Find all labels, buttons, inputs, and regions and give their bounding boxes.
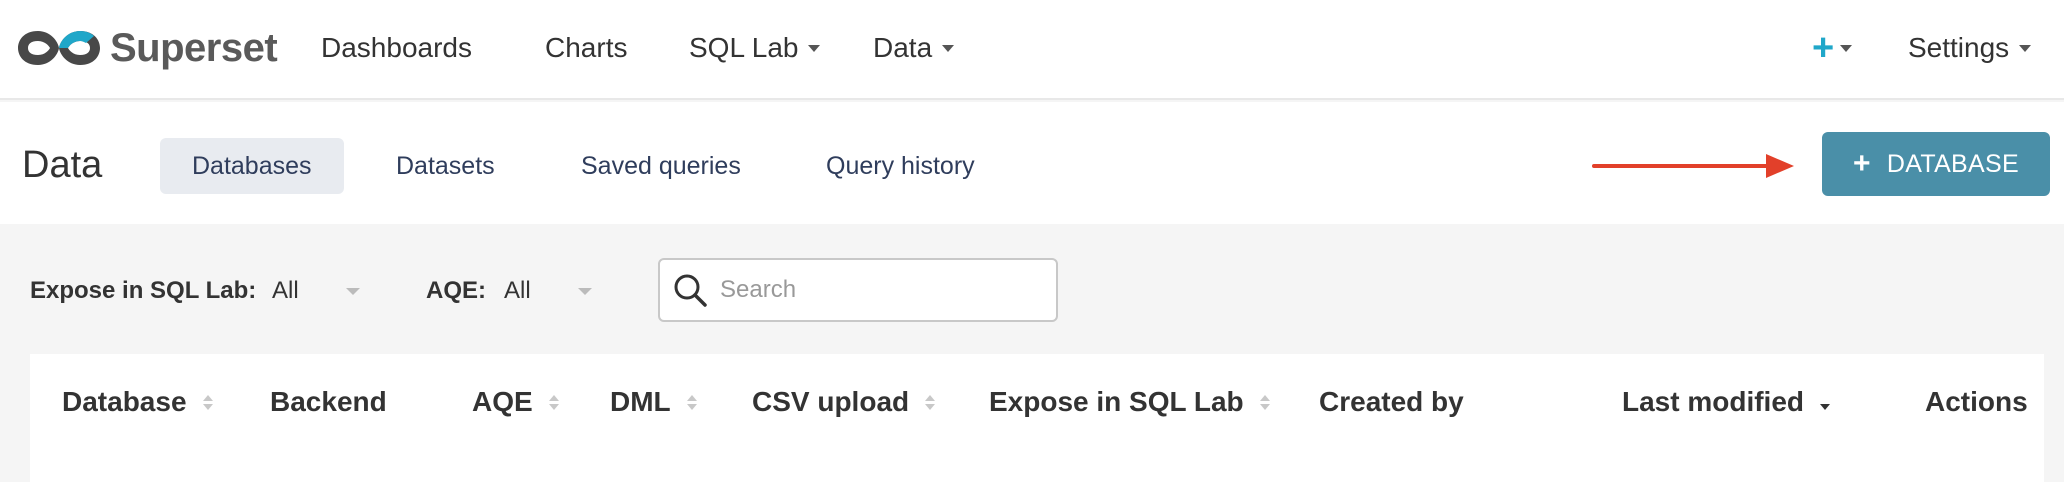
expose-filter-select[interactable]: All (272, 266, 360, 316)
nav-settings-label: Settings (1908, 32, 2010, 63)
expose-filter-label: Expose in SQL Lab: (30, 277, 257, 304)
column-header-actions: Actions (1925, 382, 2028, 422)
column-header-aqe[interactable]: AQE (472, 382, 559, 422)
nav-settings[interactable]: Settings (1908, 28, 2032, 68)
column-header-label: Backend (270, 386, 387, 417)
caret-down-icon (1840, 44, 1853, 52)
sort-icon (548, 394, 559, 410)
superset-logo[interactable]: Superset (16, 18, 278, 78)
add-database-label: DATABASE (1886, 149, 2019, 178)
top-navbar: Superset Dashboards Charts SQL Lab Data … (0, 0, 2064, 100)
caret-down-icon (808, 44, 821, 52)
tab-databases[interactable]: Databases (160, 138, 344, 194)
sort-icon (686, 394, 697, 410)
column-header-label: DML (610, 386, 671, 417)
column-header-label: Database (62, 386, 187, 417)
tab-datasets[interactable]: Datasets (364, 138, 527, 194)
expose-filter-value: All (272, 277, 299, 304)
sort-icon (202, 394, 213, 410)
column-header-label: CSV upload (752, 386, 910, 417)
add-database-button[interactable]: + DATABASE (1822, 132, 2050, 196)
plus-icon: + (1853, 147, 1871, 180)
column-header-dml[interactable]: DML (610, 382, 697, 422)
column-header-backend: Backend (270, 382, 387, 422)
tab-query-history[interactable]: Query history (794, 138, 1007, 194)
sort-icon (1259, 394, 1270, 410)
tab-saved-queries[interactable]: Saved queries (549, 138, 773, 194)
nav-dashboards[interactable]: Dashboards (321, 28, 472, 68)
superset-logo-icon (18, 31, 100, 65)
plus-icon: + (1812, 27, 1835, 69)
nav-sql-lab[interactable]: SQL Lab (689, 28, 821, 68)
nav-dashboards-label: Dashboards (321, 32, 472, 63)
column-header-created-by: Created by (1319, 382, 1464, 422)
caret-down-icon (2019, 44, 2032, 52)
column-header-last-modified[interactable]: Last modified (1622, 382, 1831, 422)
nav-data-label: Data (873, 32, 933, 63)
new-menu-button[interactable]: + (1812, 27, 1853, 69)
caret-down-icon (578, 288, 592, 295)
search-box[interactable] (658, 258, 1058, 322)
aqe-filter-value: All (504, 277, 531, 304)
aqe-filter-label: AQE: (426, 277, 486, 304)
app-name: Superset (110, 25, 278, 70)
nav-sql-lab-label: SQL Lab (689, 32, 799, 63)
nav-charts[interactable]: Charts (545, 28, 627, 68)
sort-icon (925, 394, 936, 410)
column-header-label: Actions (1925, 386, 2028, 417)
column-header-label: AQE (472, 386, 533, 417)
column-header-database[interactable]: Database (62, 382, 213, 422)
column-header-expose-in-sql-lab[interactable]: Expose in SQL Lab (989, 382, 1270, 422)
column-header-label: Created by (1319, 386, 1464, 417)
caret-down-icon (942, 44, 955, 52)
column-header-csv-upload[interactable]: CSV upload (752, 382, 936, 422)
column-header-label: Last modified (1622, 386, 1805, 417)
red-arrow-annotation (1592, 154, 1794, 178)
search-input[interactable] (720, 276, 1040, 304)
page-title: Data (22, 144, 103, 186)
nav-charts-label: Charts (545, 32, 628, 63)
aqe-filter-select[interactable]: All (504, 266, 592, 316)
column-header-label: Expose in SQL Lab (989, 386, 1244, 417)
nav-data[interactable]: Data (873, 28, 955, 68)
search-icon (674, 274, 707, 307)
caret-down-icon (346, 288, 360, 295)
sort-desc-icon (1820, 395, 1831, 410)
